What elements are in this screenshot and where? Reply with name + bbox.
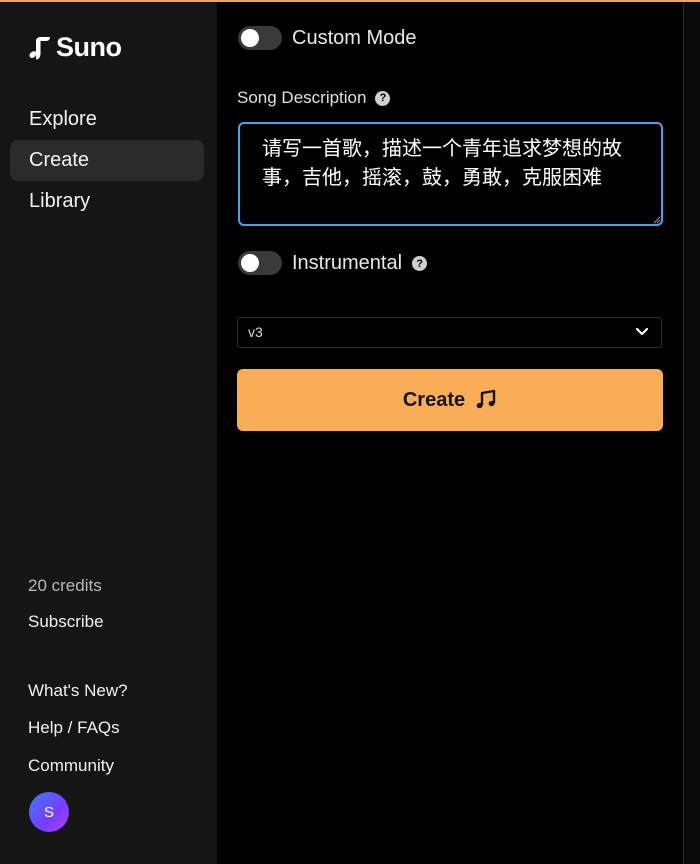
help-faqs-link[interactable]: Help / FAQs <box>28 718 120 738</box>
instrumental-label: Instrumental ? <box>292 252 428 275</box>
avatar[interactable]: S <box>29 792 69 832</box>
brand-name: Suno <box>56 32 122 62</box>
song-description-label: Song Description ? <box>237 88 391 108</box>
custom-mode-toggle[interactable] <box>238 26 282 50</box>
page-right-edge <box>683 2 700 864</box>
avatar-initial: S <box>43 803 54 821</box>
custom-mode-label: Custom Mode <box>292 27 417 49</box>
toggle-knob <box>241 254 259 272</box>
music-note-icon <box>476 389 496 409</box>
sidebar: Suno Explore Create Library 20 credits S… <box>0 2 217 864</box>
instrumental-label-text: Instrumental <box>292 252 403 274</box>
question-circle-icon[interactable]: ? <box>375 90 391 106</box>
subscribe-link[interactable]: Subscribe <box>28 612 104 632</box>
model-version-value: v3 <box>248 324 263 340</box>
resize-grip-icon[interactable] <box>651 214 661 224</box>
nav-item-explore[interactable]: Explore <box>10 99 204 140</box>
song-description-input[interactable]: 请写一首歌，描述一个青年追求梦想的故事，吉他，摇滚，鼓，勇敢，克服困难 <box>238 122 663 226</box>
instrumental-toggle[interactable] <box>238 251 282 275</box>
nav-item-library[interactable]: Library <box>10 181 204 222</box>
create-button-label: Create <box>402 388 466 411</box>
community-link[interactable]: Community <box>28 756 114 776</box>
suno-logo-icon <box>28 35 52 61</box>
chevron-down-icon <box>635 327 649 336</box>
toggle-knob <box>241 29 259 47</box>
question-circle-icon[interactable]: ? <box>412 256 428 271</box>
credits-count: 20 credits <box>28 576 102 595</box>
nav-item-create[interactable]: Create <box>10 140 204 181</box>
song-description-label-text: Song Description <box>237 88 367 107</box>
whats-new-link[interactable]: What's New? <box>28 681 128 701</box>
create-panel: Custom Mode Song Description ? 请写一首歌，描述一… <box>217 2 683 864</box>
app-root: Suno Explore Create Library 20 credits S… <box>0 0 700 864</box>
create-button[interactable]: Create <box>237 369 663 431</box>
brand-logo[interactable]: Suno <box>28 32 122 63</box>
model-version-select[interactable]: v3 <box>237 317 662 348</box>
